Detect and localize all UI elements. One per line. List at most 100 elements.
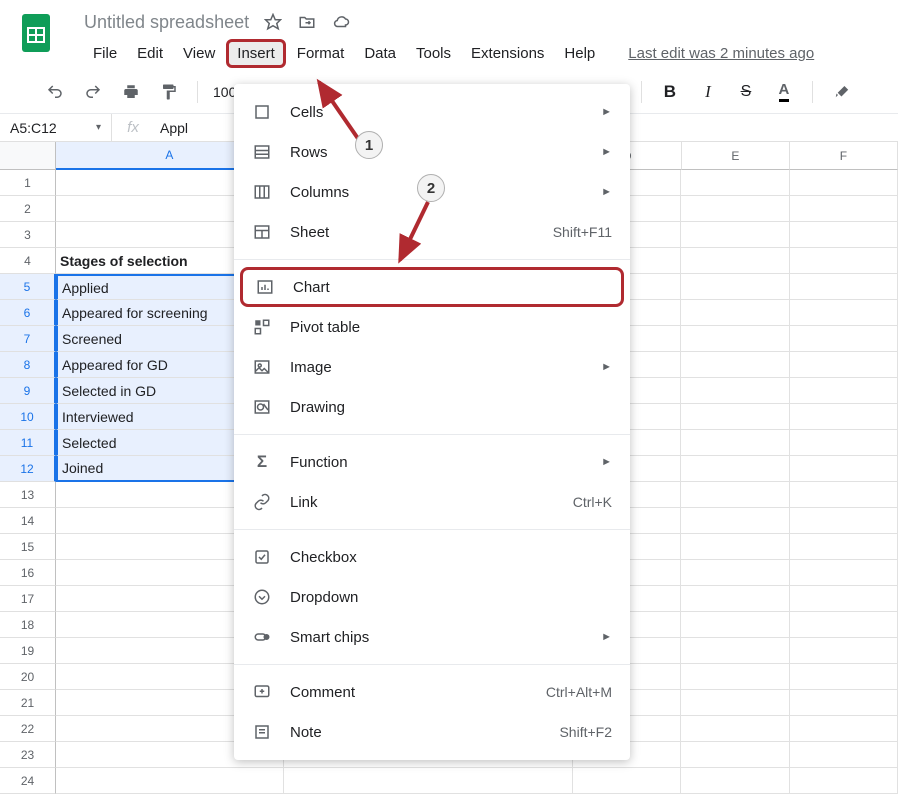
menu-help[interactable]: Help	[555, 40, 604, 67]
cell[interactable]	[790, 664, 898, 690]
row-header[interactable]: 7	[0, 326, 56, 352]
cell[interactable]	[681, 560, 789, 586]
sheets-logo[interactable]	[18, 8, 54, 58]
cell[interactable]	[681, 326, 789, 352]
row-header[interactable]: 6	[0, 300, 56, 326]
cell[interactable]	[681, 742, 789, 768]
cell[interactable]	[681, 196, 789, 222]
cell[interactable]	[573, 768, 681, 794]
row-header[interactable]: 22	[0, 716, 56, 742]
row-header[interactable]: 1	[0, 170, 56, 196]
menu-item-image[interactable]: Image►	[234, 347, 630, 387]
row-header[interactable]: 15	[0, 534, 56, 560]
cell[interactable]	[790, 248, 898, 274]
cell[interactable]	[790, 456, 898, 482]
paint-format-button[interactable]	[156, 79, 182, 105]
column-header-E[interactable]: E	[682, 142, 790, 170]
cell[interactable]	[790, 482, 898, 508]
cell[interactable]	[681, 586, 789, 612]
text-color-button[interactable]: A	[771, 79, 797, 105]
cell[interactable]	[790, 378, 898, 404]
row-header[interactable]: 8	[0, 352, 56, 378]
row-header[interactable]: 5	[0, 274, 56, 300]
menu-item-drawing[interactable]: Drawing	[234, 387, 630, 427]
cell[interactable]	[681, 300, 789, 326]
menu-item-checkbox[interactable]: Checkbox	[234, 537, 630, 577]
row-header[interactable]: 13	[0, 482, 56, 508]
cell[interactable]	[790, 430, 898, 456]
row-header[interactable]: 18	[0, 612, 56, 638]
menu-item-smart-chips[interactable]: Smart chips►	[234, 617, 630, 657]
row-header[interactable]: 24	[0, 768, 56, 794]
star-icon[interactable]	[263, 12, 283, 32]
cell[interactable]	[790, 404, 898, 430]
menu-item-rows[interactable]: Rows►	[234, 132, 630, 172]
print-button[interactable]	[118, 79, 144, 105]
row-header[interactable]: 21	[0, 690, 56, 716]
cell[interactable]	[790, 690, 898, 716]
menu-item-chart[interactable]: Chart	[240, 267, 624, 307]
cell[interactable]	[790, 534, 898, 560]
row-header[interactable]: 3	[0, 222, 56, 248]
row-header[interactable]: 2	[0, 196, 56, 222]
cell[interactable]	[790, 768, 898, 794]
row-header[interactable]: 16	[0, 560, 56, 586]
menu-item-pivot-table[interactable]: Pivot table	[234, 307, 630, 347]
cell[interactable]	[681, 638, 789, 664]
cell[interactable]	[790, 508, 898, 534]
column-header-F[interactable]: F	[790, 142, 898, 170]
menu-view[interactable]: View	[174, 40, 224, 67]
cell[interactable]	[681, 612, 789, 638]
cell[interactable]	[790, 716, 898, 742]
italic-button[interactable]: I	[695, 79, 721, 105]
cell[interactable]	[790, 560, 898, 586]
menu-item-dropdown[interactable]: Dropdown	[234, 577, 630, 617]
select-all-cell[interactable]	[0, 142, 56, 170]
cell[interactable]	[681, 274, 789, 300]
cell[interactable]	[681, 482, 789, 508]
cell[interactable]	[681, 716, 789, 742]
cell[interactable]	[681, 352, 789, 378]
menu-item-columns[interactable]: Columns►	[234, 172, 630, 212]
menu-insert[interactable]: Insert	[226, 39, 286, 68]
cell[interactable]	[681, 534, 789, 560]
last-edit-link[interactable]: Last edit was 2 minutes ago	[628, 45, 814, 62]
cell[interactable]	[790, 300, 898, 326]
cell[interactable]	[681, 690, 789, 716]
zoom-select[interactable]: 100	[213, 84, 236, 100]
cell[interactable]	[790, 742, 898, 768]
row-header[interactable]: 11	[0, 430, 56, 456]
bold-button[interactable]: B	[657, 79, 683, 105]
cell[interactable]	[790, 612, 898, 638]
fill-color-button[interactable]	[828, 79, 854, 105]
cell[interactable]	[790, 638, 898, 664]
name-box[interactable]: A5:C12 ▾	[0, 114, 112, 141]
row-header[interactable]: 17	[0, 586, 56, 612]
cell[interactable]	[681, 664, 789, 690]
row-header[interactable]: 19	[0, 638, 56, 664]
cell[interactable]	[790, 352, 898, 378]
cell[interactable]	[790, 586, 898, 612]
row-header[interactable]: 20	[0, 664, 56, 690]
menu-item-link[interactable]: LinkCtrl+K	[234, 482, 630, 522]
move-folder-icon[interactable]	[297, 12, 317, 32]
cell[interactable]	[681, 456, 789, 482]
cell[interactable]	[681, 378, 789, 404]
menu-extensions[interactable]: Extensions	[462, 40, 553, 67]
row-header[interactable]: 4	[0, 248, 56, 274]
cell[interactable]	[790, 274, 898, 300]
redo-button[interactable]	[80, 79, 106, 105]
row-header[interactable]: 12	[0, 456, 56, 482]
cell[interactable]	[681, 222, 789, 248]
row-header[interactable]: 9	[0, 378, 56, 404]
menu-file[interactable]: File	[84, 40, 126, 67]
menu-item-note[interactable]: NoteShift+F2	[234, 712, 630, 752]
cloud-status-icon[interactable]	[331, 12, 351, 32]
strikethrough-button[interactable]: S	[733, 79, 759, 105]
menu-data[interactable]: Data	[355, 40, 405, 67]
menu-item-function[interactable]: ΣFunction►	[234, 442, 630, 482]
row-header[interactable]: 10	[0, 404, 56, 430]
cell[interactable]	[790, 170, 898, 196]
menu-format[interactable]: Format	[288, 40, 354, 67]
cell[interactable]	[681, 404, 789, 430]
